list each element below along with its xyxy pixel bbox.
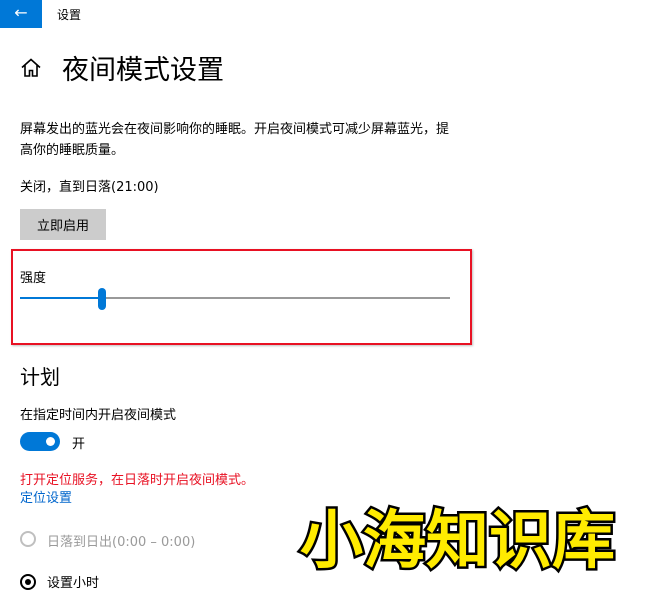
radio-selected-dot xyxy=(25,579,31,585)
home-icon[interactable] xyxy=(19,56,43,80)
set-hours-radio[interactable] xyxy=(20,574,36,590)
app-title: 设置 xyxy=(57,8,82,22)
toggle-state-label: 开 xyxy=(72,437,86,452)
location-settings-link[interactable]: 定位设置 xyxy=(20,487,72,506)
sunset-to-sunrise-label: 日落到日出(0:00 – 0:00) xyxy=(47,535,196,550)
slider-fill xyxy=(20,297,102,299)
sunset-to-sunrise-radio[interactable] xyxy=(20,531,36,547)
schedule-toggle-label: 在指定时间内开启夜间模式 xyxy=(20,408,177,423)
set-hours-label: 设置小时 xyxy=(47,576,100,591)
strength-slider[interactable] xyxy=(20,287,450,311)
location-warning: 打开定位服务，在日落时开启夜间模式。 xyxy=(20,473,255,488)
enable-now-button[interactable]: 立即启用 xyxy=(20,209,106,240)
schedule-heading: 计划 xyxy=(20,365,60,389)
watermark-text: 小海知识库 xyxy=(300,504,615,577)
schedule-toggle[interactable] xyxy=(20,432,60,451)
title-bar: ← 设置 xyxy=(0,0,650,28)
slider-thumb[interactable] xyxy=(97,288,106,310)
back-arrow-icon: ← xyxy=(14,3,28,22)
watermark-logo: 小海知识库 xyxy=(298,502,618,580)
toggle-knob xyxy=(46,437,55,446)
back-button[interactable]: ← xyxy=(0,0,42,28)
page-title: 夜间模式设置 xyxy=(62,55,224,86)
strength-label: 强度 xyxy=(20,271,47,286)
night-light-status: 关闭，直到日落(21:00) xyxy=(20,180,159,195)
night-light-description: 屏幕发出的蓝光会在夜间影响你的睡眠。开启夜间模式可减少屏幕蓝光，提高你的睡眠质量… xyxy=(20,122,450,158)
